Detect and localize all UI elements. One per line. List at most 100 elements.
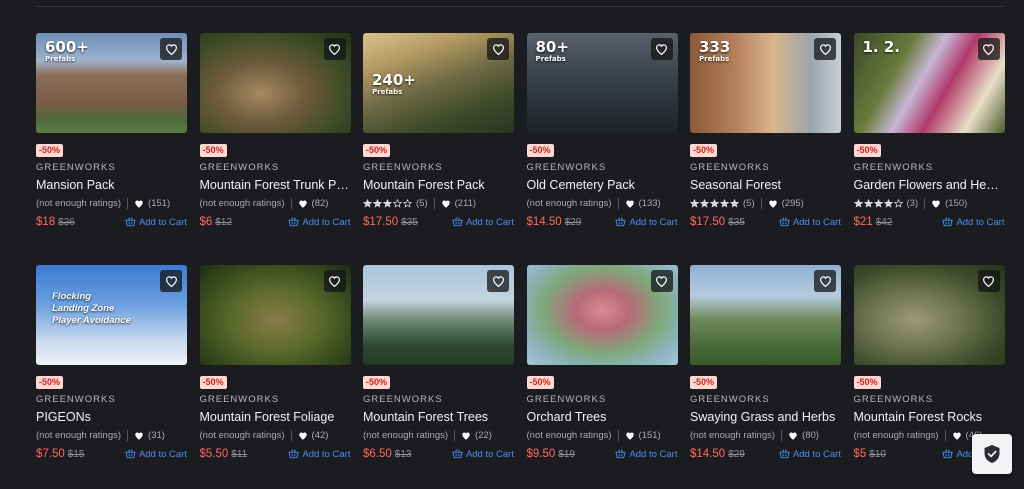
product-card[interactable]: 240+ Prefabs -50% GREENWORKS Mountain Forest… [363, 33, 514, 265]
rating-text: (not enough ratings) [36, 430, 122, 441]
product-card[interactable]: Flocking Landing Zone Player Avoidance -50%… [36, 265, 187, 489]
add-to-cart-button[interactable]: Add to Cart [125, 449, 187, 460]
product-thumbnail[interactable]: 600+ Prefabs [36, 33, 187, 133]
product-title[interactable]: Mountain Forest Pack [363, 178, 514, 193]
product-card[interactable]: 333 Prefabs -50% GREENWORKS Seasonal Forest (… [690, 33, 841, 265]
add-to-cart-button[interactable]: Add to Cart [615, 217, 678, 228]
favorites-count: (211) [454, 198, 477, 209]
heart-outline-icon [819, 275, 832, 288]
product-title[interactable]: Swaying Grass and Herbs [690, 410, 841, 425]
product-card[interactable]: -50% GREENWORKS Orchard Trees (not enough r… [526, 265, 678, 489]
add-to-wishlist-button[interactable] [650, 270, 673, 292]
product-thumbnail[interactable]: Flocking Landing Zone Player Avoidance [36, 265, 187, 365]
add-to-wishlist-button[interactable] [323, 270, 346, 292]
publisher-name[interactable]: GREENWORKS [854, 394, 1005, 405]
product-title[interactable]: Mansion Pack [36, 178, 187, 193]
add-to-cart-button[interactable]: Add to Cart [779, 449, 841, 460]
add-to-wishlist-button[interactable] [487, 38, 509, 60]
product-title[interactable]: Mountain Forest Foliage [200, 410, 351, 425]
star-icon [893, 199, 903, 208]
add-to-cart-button[interactable]: Add to Cart [779, 217, 841, 228]
product-card[interactable]: 600+ Prefabs -50% GREENWORKS Mansion Pack (no… [36, 33, 187, 265]
rating-text: (not enough ratings) [36, 198, 122, 209]
add-to-wishlist-button[interactable] [814, 38, 836, 60]
product-thumbnail[interactable]: 1. 2. [853, 33, 1005, 133]
add-to-cart-button[interactable]: Add to Cart [452, 449, 514, 460]
product-title[interactable]: Mountain Forest Trunk Pack [200, 178, 351, 193]
heart-icon [134, 431, 144, 441]
add-to-cart-label: Add to Cart [792, 216, 841, 228]
favorites-count: (31) [148, 430, 165, 441]
product-title[interactable]: Orchard Trees [527, 410, 678, 425]
product-card[interactable]: 1. 2. -50% GREENWORKS Garden Flowers and He… [853, 33, 1005, 265]
add-to-wishlist-button[interactable] [487, 270, 509, 292]
star-icon [853, 199, 863, 208]
publisher-name[interactable]: GREENWORKS [200, 394, 351, 405]
star-icon [863, 199, 873, 208]
publisher-name[interactable]: GREENWORKS [527, 162, 678, 173]
publisher-name[interactable]: GREENWORKS [363, 394, 514, 405]
product-card[interactable]: -50% GREENWORKS Mountain Forest Trees (not … [363, 265, 514, 489]
add-to-wishlist-button[interactable] [977, 38, 1000, 60]
add-to-wishlist-button[interactable] [977, 270, 1000, 292]
product-thumbnail[interactable] [526, 265, 678, 365]
divider [454, 430, 456, 441]
product-thumbnail[interactable] [853, 265, 1005, 365]
add-to-wishlist-button[interactable] [160, 38, 182, 60]
product-title[interactable]: Mountain Forest Rocks [854, 410, 1005, 425]
product-card[interactable]: -50% GREENWORKS Swaying Grass and Herbs (no… [690, 265, 841, 489]
add-to-wishlist-button[interactable] [323, 38, 346, 60]
original-price: $19 [558, 448, 575, 460]
product-card[interactable]: -50% GREENWORKS Mountain Forest Foliage (no… [199, 265, 351, 489]
product-title[interactable]: Seasonal Forest [690, 178, 841, 193]
star-icon [710, 199, 719, 208]
divider [781, 430, 783, 441]
shield-check-icon [984, 445, 1000, 463]
product-card[interactable]: -50% GREENWORKS Mountain Forest Trunk Pack… [199, 33, 351, 265]
publisher-name[interactable]: GREENWORKS [854, 162, 1005, 173]
publisher-name[interactable]: GREENWORKS [363, 162, 514, 173]
sale-price: $5.50 [199, 448, 229, 460]
heart-outline-icon [982, 43, 995, 56]
top-divider [36, 6, 1004, 7]
cart-icon [288, 216, 302, 228]
publisher-name[interactable]: GREENWORKS [36, 162, 187, 173]
add-to-cart-button[interactable]: Add to Cart [125, 217, 187, 228]
product-thumbnail[interactable]: 240+ Prefabs [363, 33, 514, 133]
product-title[interactable]: Old Cemetery Pack [527, 178, 678, 193]
divider [944, 430, 946, 441]
add-to-wishlist-button[interactable] [814, 270, 836, 292]
product-title[interactable]: Mountain Forest Trees [363, 410, 514, 425]
publisher-name[interactable]: GREENWORKS [200, 162, 351, 173]
add-to-cart-button[interactable]: Add to Cart [615, 449, 678, 460]
add-to-cart-label: Add to Cart [302, 448, 351, 460]
rating-text: (not enough ratings) [526, 198, 612, 209]
product-title[interactable]: Garden Flowers and Hedges [854, 178, 1005, 193]
add-to-wishlist-button[interactable] [650, 38, 673, 60]
product-card[interactable]: 80+ Prefabs -50% GREENWORKS Old Cemetery Pac… [526, 33, 678, 265]
rating-text: (not enough ratings) [690, 430, 776, 441]
publisher-name[interactable]: GREENWORKS [690, 162, 841, 173]
add-to-wishlist-button[interactable] [160, 270, 182, 292]
add-to-cart-button[interactable]: Add to Cart [452, 217, 514, 228]
publisher-name[interactable]: GREENWORKS [36, 394, 187, 405]
product-thumbnail[interactable] [690, 265, 841, 365]
publisher-name[interactable]: GREENWORKS [690, 394, 841, 405]
product-thumbnail[interactable] [363, 265, 514, 365]
product-thumbnail[interactable]: 333 Prefabs [690, 33, 841, 133]
product-thumbnail[interactable] [199, 33, 351, 133]
star-icon [873, 199, 883, 208]
product-thumbnail[interactable] [199, 265, 351, 365]
add-to-cart-button[interactable]: Add to Cart [942, 217, 1005, 228]
cart-icon [779, 448, 793, 460]
product-thumbnail[interactable]: 80+ Prefabs [526, 33, 678, 133]
privacy-shield-button[interactable] [972, 434, 1012, 474]
thumbnail-overlay-text: 600+ Prefabs [45, 38, 89, 63]
add-to-cart-button[interactable]: Add to Cart [288, 448, 351, 460]
add-to-cart-button[interactable]: Add to Cart [288, 216, 351, 228]
product-title[interactable]: PIGEONs [36, 410, 187, 425]
publisher-name[interactable]: GREENWORKS [527, 394, 678, 405]
rating-text: (not enough ratings) [199, 430, 285, 441]
heart-icon [461, 431, 471, 441]
ratings-row: (not enough ratings) (82) [200, 197, 351, 210]
